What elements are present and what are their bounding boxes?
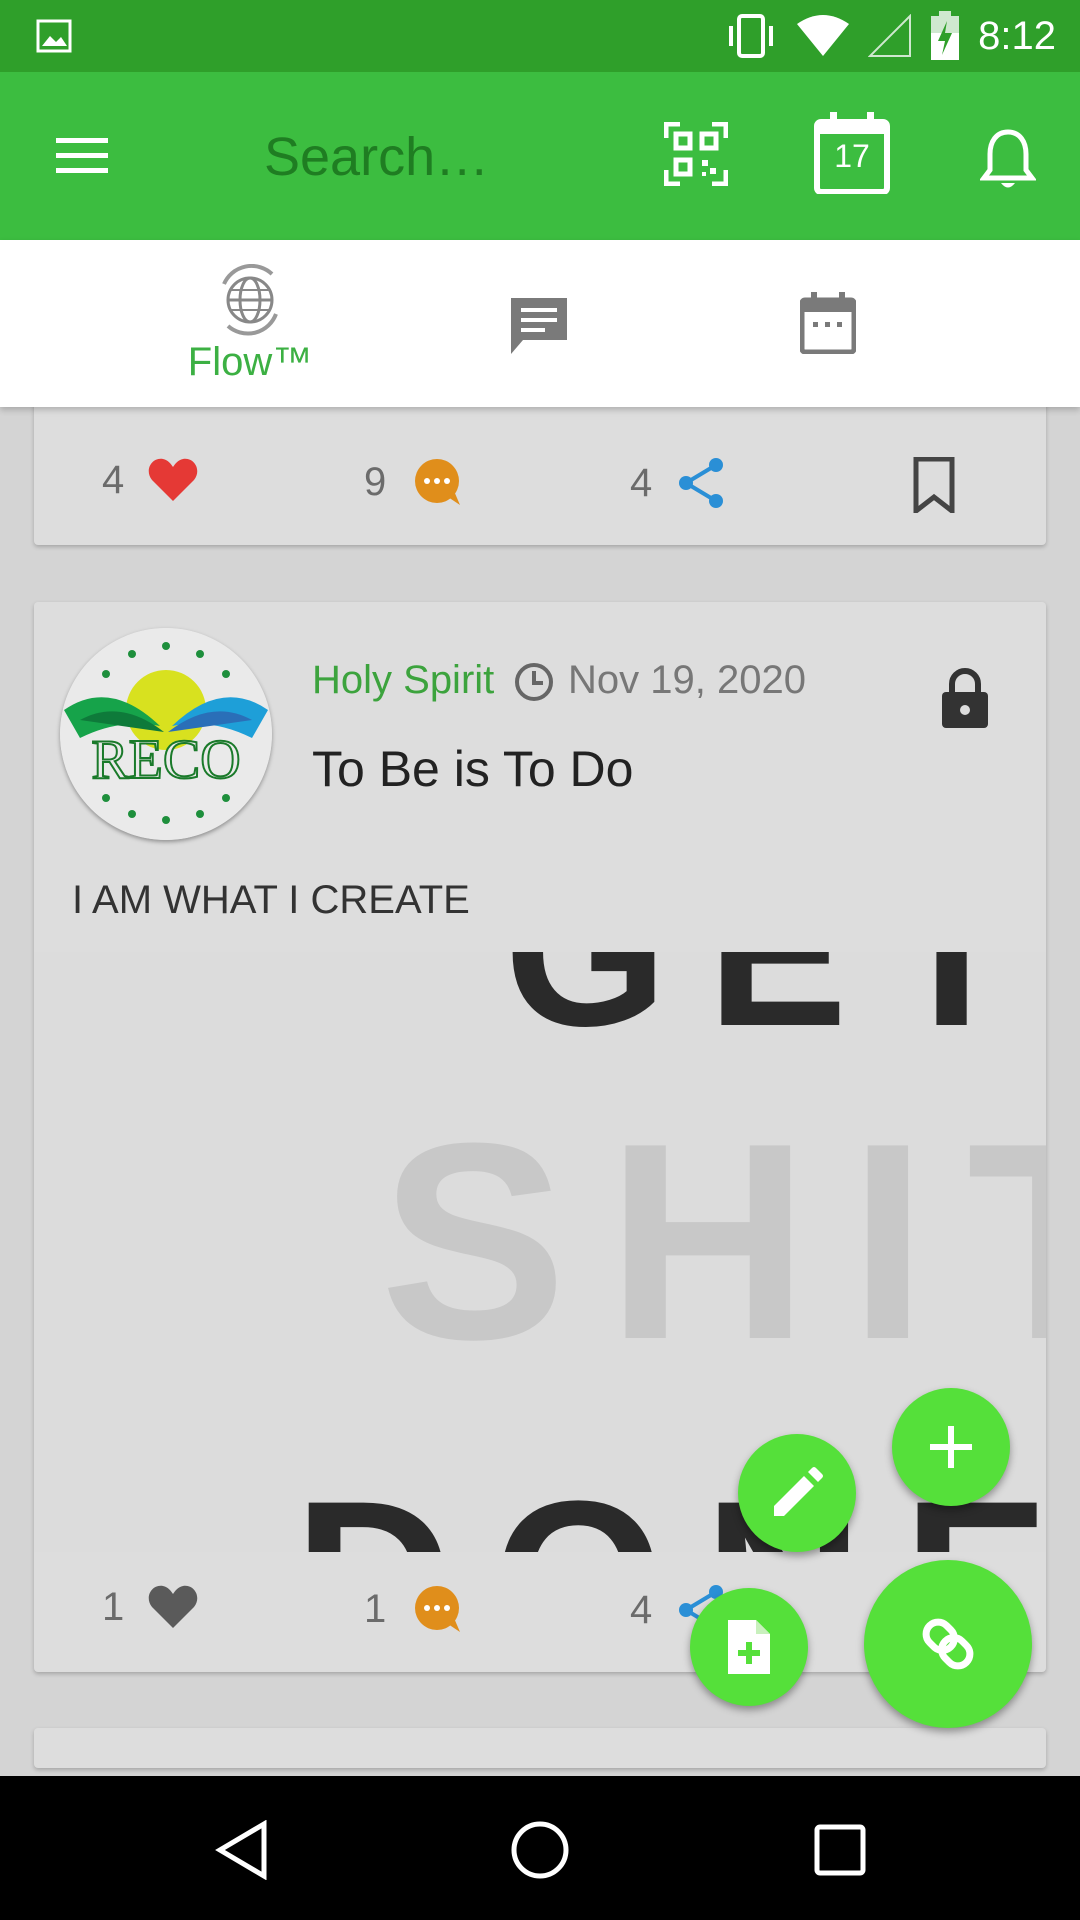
bookmark-icon[interactable] [912, 457, 956, 513]
like-count: 1 [102, 1584, 125, 1629]
tab-bar: Flow™ [0, 240, 1080, 407]
menu-icon[interactable] [52, 130, 112, 180]
system-navigation-bar [0, 1776, 1080, 1920]
comment-action[interactable]: 1 [364, 1584, 464, 1634]
battery-charging-icon [931, 11, 960, 60]
avatar-text: RECO [91, 729, 240, 791]
wifi-icon [797, 15, 850, 56]
vibrate-icon [729, 14, 774, 58]
qr-scan-icon[interactable] [664, 122, 728, 186]
share-icon [679, 458, 724, 508]
comment-bubble-icon [415, 459, 461, 505]
share-count: 4 [630, 1587, 653, 1632]
tab-calendar-icon[interactable] [800, 292, 856, 354]
next-post-card [34, 1728, 1046, 1768]
recents-icon[interactable] [814, 1824, 866, 1876]
heart-icon [149, 458, 198, 501]
add-document-icon [728, 1620, 770, 1674]
author-avatar[interactable]: RECO [60, 628, 272, 840]
globe-icon [222, 264, 278, 336]
calendar-today-button[interactable]: 17 [814, 110, 890, 195]
like-count: 4 [102, 457, 125, 502]
previous-post-card: 4 9 4 [34, 395, 1046, 545]
share-action[interactable]: 4 [630, 457, 726, 509]
app-bar: 17 [0, 72, 1080, 240]
edit-fab[interactable] [738, 1434, 856, 1552]
plus-icon [930, 1426, 972, 1468]
image-notification-icon [36, 19, 72, 53]
clock-icon [515, 663, 553, 701]
status-bar: 8:12 [0, 0, 1080, 72]
heart-icon [149, 1585, 198, 1628]
like-action[interactable]: 1 [102, 1584, 198, 1630]
post-card: RECO Holy Spirit Nov 19, 2020 To Be is T… [34, 602, 1046, 1672]
post-title: To Be is To Do [312, 741, 634, 797]
new-document-fab[interactable] [690, 1588, 808, 1706]
post-date: Nov 19, 2020 [568, 658, 806, 702]
post-author[interactable]: Holy Spirit [312, 658, 494, 703]
post-body: I AM WHAT I CREATE [72, 878, 470, 922]
tab-flow[interactable]: Flow™ [70, 240, 430, 407]
notification-bell-icon[interactable] [980, 128, 1036, 192]
link-fab[interactable] [864, 1560, 1032, 1728]
status-time: 8:12 [978, 13, 1056, 58]
home-icon[interactable] [510, 1820, 570, 1880]
post-image-word-2: SHIT [380, 1086, 1046, 1398]
post-image-word-1: GET [504, 952, 1046, 1070]
link-icon [922, 1618, 974, 1670]
search-input[interactable] [264, 122, 624, 192]
pencil-icon [774, 1467, 823, 1516]
share-count: 4 [630, 460, 653, 505]
comment-action[interactable]: 9 [364, 457, 464, 507]
comment-count: 1 [364, 1586, 387, 1631]
lock-icon [942, 668, 988, 728]
tab-chat-icon[interactable] [507, 294, 571, 358]
signal-icon [868, 14, 912, 57]
tab-flow-label: Flow™ [187, 340, 313, 384]
like-action[interactable]: 4 [102, 457, 198, 503]
comment-bubble-icon [415, 1586, 461, 1632]
calendar-day-number: 17 [834, 138, 870, 174]
comment-count: 9 [364, 459, 387, 504]
reco-logo: RECO [60, 628, 272, 840]
add-fab[interactable] [892, 1388, 1010, 1506]
back-icon[interactable] [214, 1820, 270, 1880]
